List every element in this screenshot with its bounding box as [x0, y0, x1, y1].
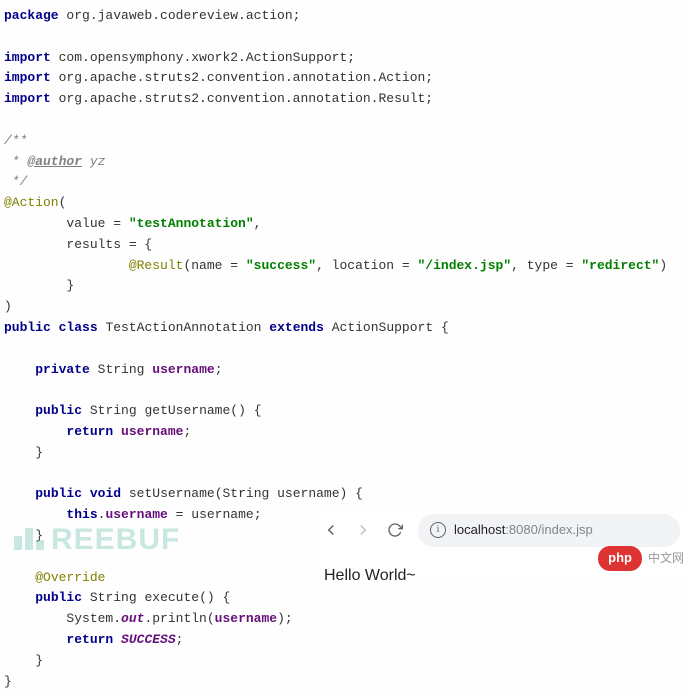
annotation-result: @Result	[129, 258, 184, 273]
php-badge: php	[598, 546, 642, 571]
address-text: localhost:8080/index.jsp	[454, 520, 593, 541]
package-name: org.javaweb.codereview.action	[66, 8, 292, 23]
method-getusername: getUsername	[144, 403, 230, 418]
address-bar[interactable]: i localhost:8080/index.jsp	[418, 514, 680, 547]
javadoc-open: /**	[4, 133, 27, 148]
method-execute: execute	[144, 590, 199, 605]
freebuf-logo-icon	[14, 517, 47, 565]
javadoc-author-tag: @author	[27, 154, 82, 169]
constant-success: SUCCESS	[121, 632, 176, 647]
site-info-icon[interactable]: i	[430, 522, 446, 538]
annotation-override: @Override	[35, 570, 105, 585]
back-icon[interactable]	[322, 521, 340, 539]
keyword-import: import	[4, 50, 51, 65]
class-name: TestActionAnnotation	[105, 320, 261, 335]
annotation-action: @Action	[4, 195, 59, 210]
watermark-php: php 中文网	[598, 546, 684, 571]
keyword-package: package	[4, 8, 59, 23]
reload-icon[interactable]	[386, 521, 404, 539]
php-text: 中文网	[648, 549, 684, 568]
field-username: username	[152, 362, 214, 377]
method-setusername: setUsername	[129, 486, 215, 501]
browser-toolbar: i localhost:8080/index.jsp	[316, 510, 686, 551]
watermark-freebuf: REEBUF	[14, 516, 180, 565]
page-text: Hello World~	[324, 567, 416, 584]
forward-icon[interactable]	[354, 521, 372, 539]
